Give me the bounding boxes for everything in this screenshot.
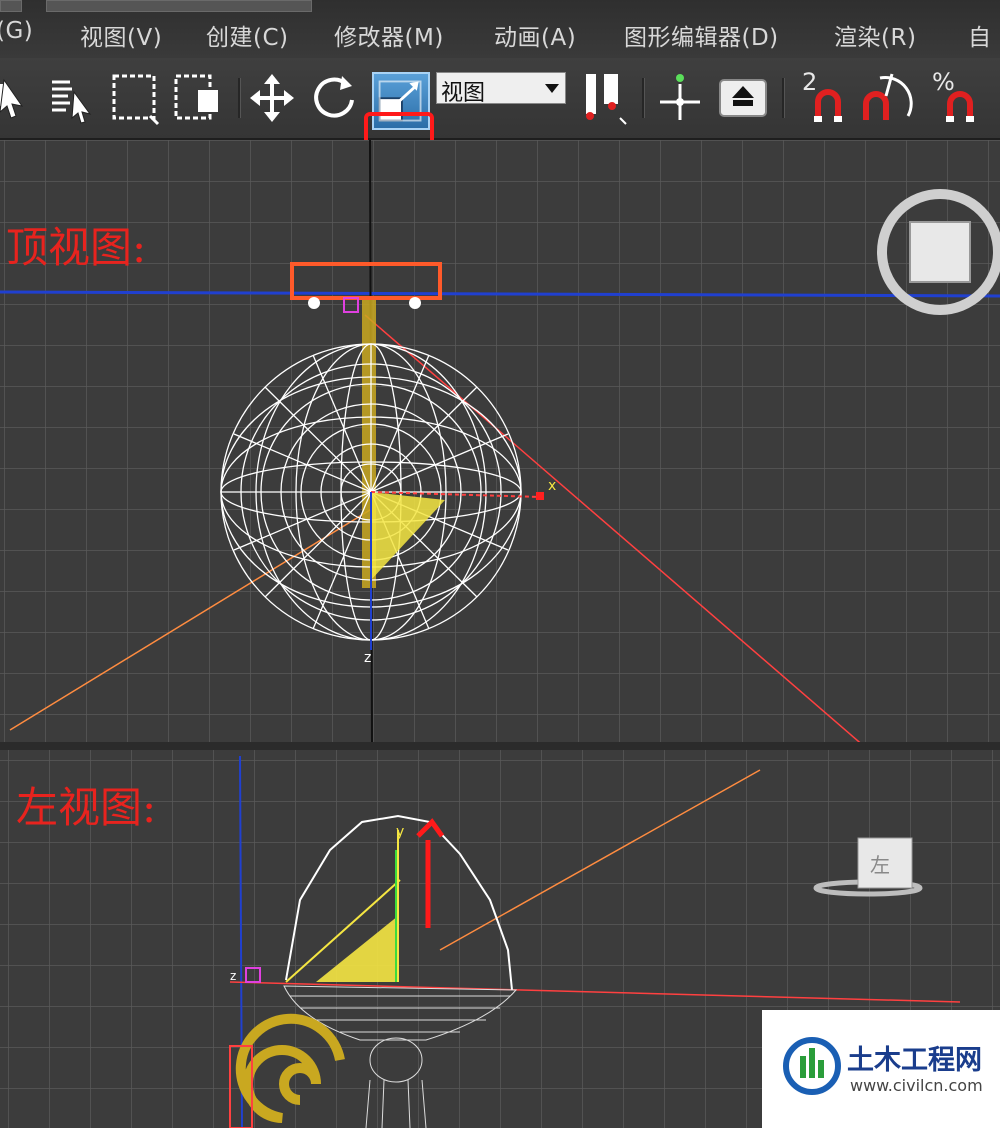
main-toolbar: 视图 2 %	[0, 58, 1000, 208]
menu-item-graph-editors[interactable]: 图形编辑器(D)	[624, 18, 779, 52]
axis-z-label: z	[230, 969, 236, 983]
menu-item-modifiers[interactable]: 修改器(M)	[334, 18, 444, 52]
select-by-name-icon[interactable]	[46, 66, 102, 128]
percent-snap-icon[interactable]	[940, 66, 996, 128]
axis-y-label: y	[396, 824, 404, 840]
top-viewport[interactable]: x z 顶视图:	[0, 140, 1000, 742]
menu-topstrip-field	[46, 0, 312, 12]
menu-bar: (G) 视图(V) 创建(C) 修改器(M) 动画(A) 图形编辑器(D) 渲染…	[0, 0, 1000, 59]
angle-snap-icon[interactable]	[862, 66, 918, 128]
toolbar-separator	[642, 78, 645, 118]
menu-topstrip-left	[0, 0, 22, 12]
chevron-down-icon	[545, 84, 559, 93]
select-object-icon[interactable]	[0, 66, 38, 128]
civilcn-logo-icon	[783, 1037, 841, 1095]
pivot-center-icon[interactable]	[576, 66, 632, 128]
select-and-rotate-icon[interactable]	[306, 66, 362, 128]
axis-x-label: x	[548, 478, 556, 494]
select-and-move-icon[interactable]	[244, 66, 300, 128]
menu-item-rendering[interactable]: 渲染(R)	[834, 18, 916, 52]
menu-item-group[interactable]: (G)	[0, 18, 33, 44]
reference-coordinate-dropdown[interactable]: 视图	[436, 72, 566, 106]
rectangular-selection-icon[interactable]	[110, 66, 166, 128]
menu-item-customize[interactable]: 自	[968, 18, 992, 52]
reference-coordinate-value: 视图	[441, 81, 486, 106]
toolbar-separator	[238, 78, 241, 118]
left-view-annotation: 左视图:	[16, 783, 157, 832]
top-viewport-scene: x z	[0, 140, 1000, 742]
menu-item-animation[interactable]: 动画(A)	[494, 18, 576, 52]
viewcube-left-label: 左	[870, 853, 890, 877]
watermark-title: 土木工程网	[847, 1045, 982, 1076]
axis-z-label: z	[364, 650, 371, 666]
keyboard-shortcut-override-icon[interactable]	[716, 66, 772, 128]
window-crossing-icon[interactable]	[172, 66, 228, 128]
toolbar-separator	[782, 78, 785, 118]
menu-item-views[interactable]: 视图(V)	[80, 18, 162, 52]
select-manipulate-icon[interactable]	[652, 66, 708, 128]
top-view-annotation: 顶视图:	[6, 223, 147, 272]
watermark: 土木工程网 www.civilcn.com	[762, 1010, 1000, 1128]
viewport-divider[interactable]	[0, 742, 1000, 750]
menu-item-create[interactable]: 创建(C)	[206, 18, 289, 52]
snap-2d-icon[interactable]	[810, 66, 866, 128]
watermark-url: www.civilcn.com	[850, 1076, 983, 1095]
